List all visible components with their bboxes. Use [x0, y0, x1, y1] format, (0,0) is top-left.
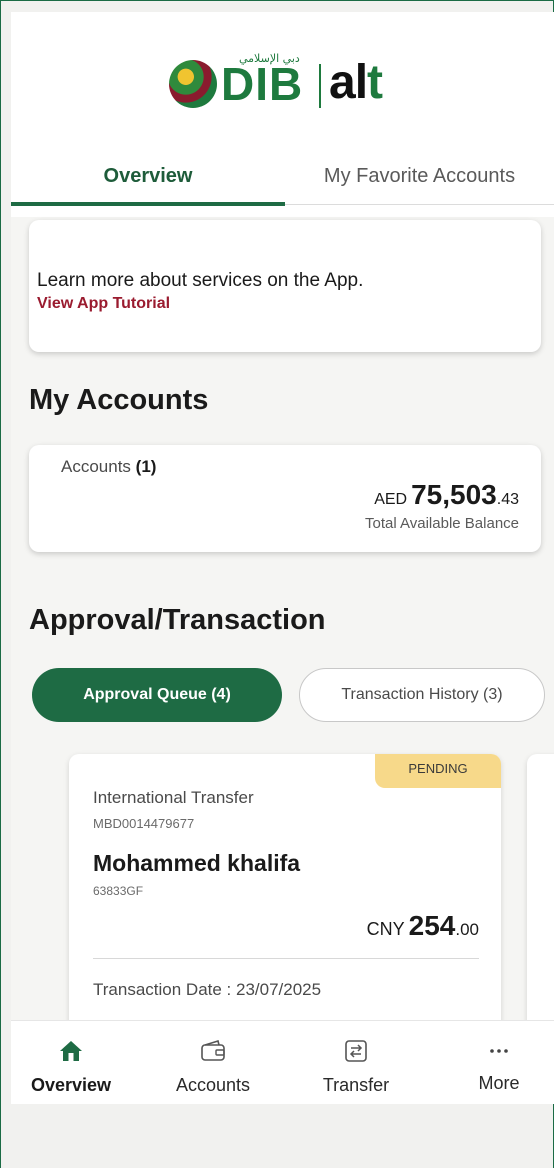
balance-currency: AED: [374, 491, 408, 508]
tab-baseline: [285, 204, 554, 205]
tutorial-banner: Learn more about services on the App. Vi…: [29, 220, 541, 352]
tab-favorite-label: My Favorite Accounts: [323, 164, 516, 187]
transfer-icon: [340, 1037, 372, 1065]
logo: دبي الإسلامي DIB alt: [169, 52, 409, 122]
transaction-history-button[interactable]: Transaction History (3): [299, 668, 545, 722]
balance-decimal: .43: [496, 491, 519, 508]
nav-overview[interactable]: Overview: [11, 1021, 131, 1104]
bottom-navigation: Overview Accounts Transfer More: [11, 1020, 554, 1104]
more-dots-icon: [483, 1037, 515, 1065]
transaction-card[interactable]: PENDING International Transfer MBD001447…: [69, 754, 501, 1054]
home-icon: [55, 1037, 87, 1065]
accounts-summary-card[interactable]: Accounts (1) AED 75,503.43 Total Availabl…: [29, 445, 541, 552]
amount-decimal: .00: [455, 920, 479, 939]
transaction-amount: CNY 254.00: [367, 910, 479, 942]
nav-more[interactable]: More: [439, 1021, 554, 1104]
header: دبي الإسلامي DIB alt Overview My Favorit…: [11, 12, 554, 217]
approval-transaction-title: Approval/Transaction: [29, 604, 326, 636]
my-accounts-title: My Accounts: [29, 384, 209, 416]
card-divider: [93, 958, 479, 959]
next-transaction-card-peek[interactable]: [527, 754, 554, 1054]
beneficiary-code: 63833GF: [93, 884, 144, 898]
logo-alt-text: alt: [329, 56, 383, 109]
tab-my-favorite-accounts[interactable]: My Favorite Accounts: [285, 146, 554, 206]
balance-label: Total Available Balance: [365, 515, 519, 532]
amount-currency: CNY: [366, 919, 405, 939]
tab-overview-label: Overview: [103, 164, 193, 187]
transaction-reference: MBD0014479677: [93, 816, 195, 831]
tab-overview[interactable]: Overview: [11, 146, 285, 206]
logo-dib-text: DIB: [221, 58, 304, 110]
approval-queue-button[interactable]: Approval Queue (4): [32, 668, 282, 722]
nav-accounts-label: Accounts: [175, 1075, 251, 1095]
amount-integer: 254: [408, 910, 456, 941]
nav-more-label: More: [478, 1073, 520, 1093]
tutorial-text: Learn more about services on the App.: [37, 270, 364, 291]
view-app-tutorial-link[interactable]: View App Tutorial: [37, 295, 170, 313]
balance-integer: 75,503: [411, 479, 497, 510]
transaction-date: Transaction Date : 23/07/2025: [93, 980, 322, 999]
logo-divider: [319, 64, 321, 108]
total-balance: AED 75,503.43: [374, 479, 519, 511]
nav-transfer[interactable]: Transfer: [296, 1021, 416, 1104]
beneficiary-name: Mohammed khalifa: [93, 850, 301, 876]
status-badge: PENDING: [375, 754, 501, 788]
active-tab-indicator: [11, 202, 285, 206]
top-tabs: Overview My Favorite Accounts: [11, 146, 554, 206]
globe-logo-icon: [169, 60, 217, 108]
nav-transfer-label: Transfer: [322, 1075, 390, 1095]
transaction-type: International Transfer: [93, 788, 254, 807]
app-screen: دبي الإسلامي DIB alt Overview My Favorit…: [11, 12, 554, 1104]
wallet-icon: [197, 1037, 229, 1065]
accounts-count: Accounts (1): [61, 457, 157, 476]
nav-accounts[interactable]: Accounts: [153, 1021, 273, 1104]
nav-overview-label: Overview: [30, 1075, 112, 1095]
